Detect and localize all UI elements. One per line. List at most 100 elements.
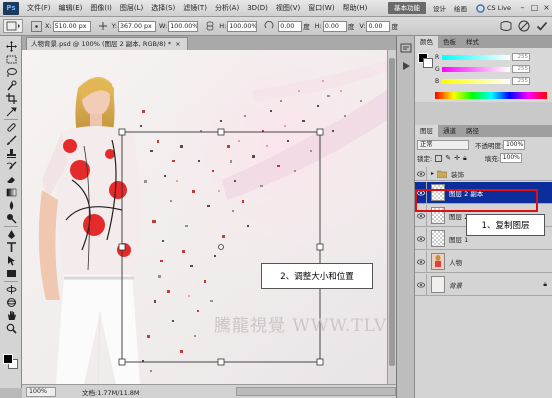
type-tool-icon[interactable] [4,241,18,253]
group-expand-icon[interactable]: ▸ [431,170,434,177]
tool-preset-picker[interactable] [3,19,23,33]
tab-layers[interactable]: 图层 [415,125,438,137]
menu-analysis[interactable]: 分析(A) [211,3,243,13]
visibility-eye-icon[interactable] [415,228,427,249]
document-canvas[interactable]: 騰龍視覺 WWW.TLVI.NET [22,50,387,384]
shape-tool-icon[interactable] [4,267,18,279]
cancel-transform-icon[interactable] [518,20,530,32]
tab-swatches[interactable]: 色板 [438,36,461,48]
menu-edit[interactable]: 编辑(E) [55,3,87,13]
menu-file[interactable]: 文件(F) [23,3,55,13]
menu-view[interactable]: 视图(V) [272,3,304,13]
transform-handle[interactable] [316,128,324,136]
green-value[interactable]: 255 [512,65,530,73]
zoom-level-field[interactable]: 100% [26,386,56,397]
zoom-tool-icon[interactable] [4,322,18,334]
fill-input[interactable]: 100% [499,153,522,163]
vertical-scrollbar[interactable] [387,50,396,384]
3d-rotate-tool-icon[interactable] [4,283,18,295]
y-input[interactable]: 367.00 px [117,20,156,32]
lock-all-icon[interactable]: 🔒︎ [463,154,467,163]
commit-transform-icon[interactable] [536,20,548,32]
pen-tool-icon[interactable] [4,228,18,240]
history-brush-tool-icon[interactable] [4,160,18,172]
clone-stamp-tool-icon[interactable] [4,147,18,159]
lasso-tool-icon[interactable] [4,66,18,78]
lock-paint-icon[interactable]: ✎ [445,154,451,162]
brush-tool-icon[interactable] [4,134,18,146]
foreground-color-swatch[interactable] [3,354,13,364]
red-value[interactable]: 255 [512,53,530,61]
angle-input[interactable]: 0.00 [278,20,303,32]
move-tool-icon[interactable] [4,40,18,52]
tab-color[interactable]: 颜色 [415,36,438,48]
actions-panel-icon[interactable] [400,60,412,72]
tab-styles[interactable]: 样式 [461,36,484,48]
x-input[interactable]: 510.00 px [52,20,91,32]
warp-icon[interactable] [500,20,512,32]
menu-help[interactable]: 帮助(H) [339,3,372,13]
menu-select[interactable]: 选择(S) [147,3,179,13]
menu-image[interactable]: 图像(I) [86,3,116,13]
menu-filter[interactable]: 滤镜(T) [179,3,211,13]
color-spectrum-bar[interactable] [435,92,547,99]
transform-handle[interactable] [217,128,225,136]
path-selection-tool-icon[interactable] [4,254,18,266]
opacity-input[interactable]: 100% [503,140,526,150]
lock-position-icon[interactable]: ✛ [454,154,460,162]
blur-tool-icon[interactable] [4,199,18,211]
color-bg-preview[interactable] [423,58,433,68]
tab-channels[interactable]: 通道 [438,125,461,137]
cs-live-button[interactable]: CS Live [471,3,516,13]
menu-window[interactable]: 窗口(W) [304,3,338,13]
quick-select-tool-icon[interactable] [4,79,18,91]
layer-row[interactable]: 人物 [415,251,552,273]
layer-row-group[interactable]: ▸ 装饰 [415,167,552,181]
close-tab-icon[interactable]: × [175,40,180,48]
link-icon[interactable] [204,20,216,32]
tab-paths[interactable]: 路径 [461,125,484,137]
transform-handle[interactable] [217,358,225,366]
dodge-tool-icon[interactable] [4,212,18,224]
transform-handle[interactable] [118,243,126,251]
eyedropper-tool-icon[interactable] [4,105,18,117]
history-panel-icon[interactable] [400,42,412,54]
visibility-eye-icon[interactable] [415,274,427,295]
transform-handle[interactable] [118,358,126,366]
transform-handle[interactable] [118,128,126,136]
workspace-essentials-button[interactable]: 基本功能 [387,2,426,14]
reference-point-icon[interactable] [30,20,42,32]
transform-handle[interactable] [316,243,324,251]
minimize-button[interactable]: – [517,3,528,14]
workspace-painting-link[interactable]: 绘画 [450,3,471,13]
hskew-input[interactable]: 0.00 [322,20,347,32]
blue-value[interactable]: 255 [512,77,530,85]
maximize-button[interactable]: □ [529,3,540,14]
visibility-eye-icon[interactable] [415,251,427,272]
healing-brush-tool-icon[interactable] [4,121,18,133]
gradient-tool-icon[interactable] [4,186,18,198]
eraser-tool-icon[interactable] [4,173,18,185]
red-slider[interactable] [442,54,510,60]
blend-mode-select[interactable]: 正常 [417,140,469,150]
w-input[interactable]: 100.00% [168,20,199,32]
document-tab[interactable]: 人物背景.psd @ 100% (图层 2 副本, RGB/8) * × [26,37,188,50]
transform-handle[interactable] [316,358,324,366]
vskew-input[interactable]: 0.00 [366,20,391,32]
menu-3d[interactable]: 3D(D) [243,4,272,12]
green-slider[interactable] [442,66,510,72]
visibility-eye-icon[interactable] [415,167,427,180]
horizontal-scrollbar[interactable] [236,387,396,396]
close-button[interactable]: × [541,3,552,14]
workspace-design-link[interactable]: 设计 [429,3,450,13]
crop-tool-icon[interactable] [4,92,18,104]
relative-position-icon[interactable] [97,20,109,32]
h-input[interactable]: 100.00% [227,20,258,32]
marquee-tool-icon[interactable] [4,53,18,65]
blue-slider[interactable] [442,78,510,84]
menu-layer[interactable]: 图层(L) [116,3,147,13]
layer-row[interactable]: 背景 🔒︎ [415,274,552,296]
3d-orbit-tool-icon[interactable] [4,296,18,308]
hand-tool-icon[interactable] [4,309,18,321]
lock-transparency-icon[interactable] [435,154,443,162]
